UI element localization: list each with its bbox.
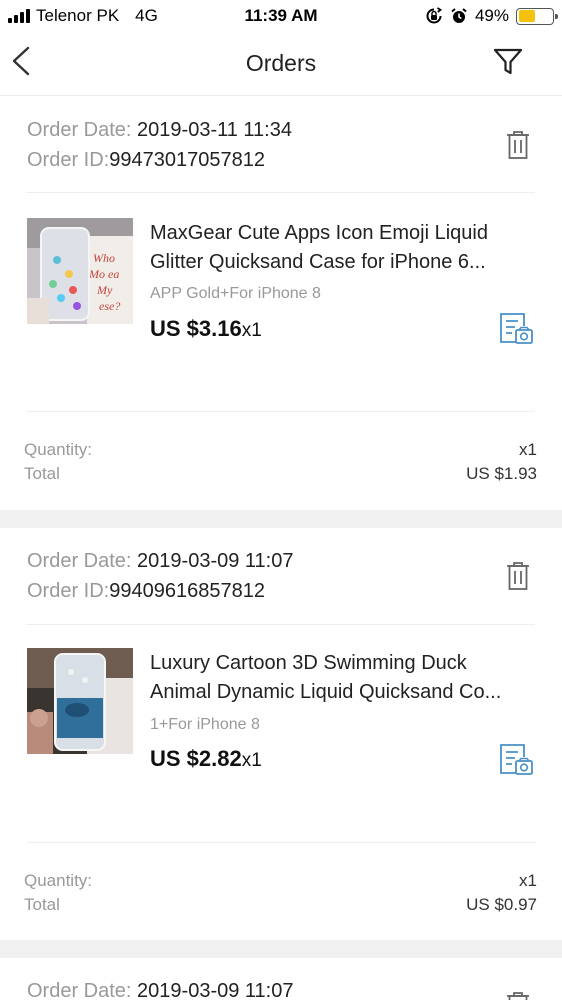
product-image[interactable]: [27, 648, 133, 754]
orders-screen: Telenor PK 4G 11:39 AM 49% Orders Order …: [0, 0, 562, 1000]
order-id-label: Order ID:: [27, 149, 110, 171]
page-title: Orders: [245, 50, 317, 76]
svg-text:Who: Who: [93, 251, 115, 265]
battery-percent: 49%: [474, 6, 509, 25]
product-price: US $3.16: [150, 316, 242, 341]
product-title-line-1[interactable]: MaxGear Cute Apps Icon Emoji Liquid: [150, 219, 540, 248]
product-qty: x1: [241, 750, 262, 771]
total-label: Total: [24, 895, 60, 914]
quantity-value: x1: [519, 440, 537, 459]
divider: [27, 624, 535, 625]
order-date-line: Order Date: 2019-03-09 11:07: [27, 980, 293, 1000]
nav-bar: Orders: [0, 32, 562, 96]
product-title-line-1[interactable]: Luxury Cartoon 3D Swimming Duck: [150, 649, 540, 678]
svg-text:Mo ea: Mo ea: [88, 267, 119, 281]
photo-review-icon[interactable]: [498, 742, 534, 776]
order-date-label: Order Date:: [27, 119, 132, 141]
order-card: Order Date: 2019-03-09 11:07: [0, 958, 562, 1000]
order-date-value: 2019-03-09 11:07: [131, 980, 294, 1000]
order-date-value: 2019-03-09 11:07: [131, 550, 294, 572]
order-id-value: 99409616857812: [109, 580, 265, 602]
photo-review-icon[interactable]: [498, 311, 534, 345]
battery-icon: [516, 7, 558, 25]
card-separator: [0, 510, 562, 528]
order-date-line: Order Date: 2019-03-11 11:34: [27, 119, 292, 142]
svg-text:My: My: [96, 283, 113, 297]
order-date-line: Order Date: 2019-03-09 11:07: [27, 550, 293, 573]
trash-icon[interactable]: [504, 560, 532, 592]
svg-text:ese?: ese?: [99, 299, 120, 313]
divider: [27, 842, 535, 843]
order-date-label: Order Date:: [27, 550, 132, 572]
battery-level: [518, 10, 535, 22]
product-price-line: US $2.82x1: [150, 746, 262, 772]
status-bar: Telenor PK 4G 11:39 AM 49%: [0, 0, 562, 32]
order-id-value: 99473017057812: [109, 149, 265, 171]
order-id-line: Order ID:99473017057812: [27, 149, 265, 172]
divider: [27, 411, 535, 412]
order-date-value: 2019-03-11 11:34: [131, 119, 292, 141]
divider: [27, 192, 535, 193]
total-label: Total: [24, 464, 60, 483]
product-image[interactable]: Who Mo ea My ese?: [27, 218, 133, 324]
product-title-line-2[interactable]: Glitter Quicksand Case for iPhone 6...: [150, 248, 540, 277]
total-value: US $1.93: [466, 464, 537, 483]
product-sku: 1+For iPhone 8: [150, 716, 260, 733]
product-title-line-2[interactable]: Animal Dynamic Liquid Quicksand Co...: [150, 678, 540, 707]
trash-icon[interactable]: [504, 129, 532, 161]
trash-icon[interactable]: [504, 990, 532, 1000]
product-qty: x1: [241, 320, 262, 341]
quantity-label: Quantity:: [24, 440, 93, 459]
order-date-label: Order Date:: [27, 980, 132, 1000]
order-card: Order Date: 2019-03-11 11:34 Order ID:99…: [0, 97, 562, 510]
product-sku: APP Gold+For iPhone 8: [150, 285, 321, 302]
status-right: 49%: [425, 6, 558, 26]
order-id-label: Order ID:: [27, 580, 110, 602]
order-card: Order Date: 2019-03-09 11:07 Order ID:99…: [0, 528, 562, 940]
card-separator: [0, 940, 562, 958]
alarm-icon: [451, 8, 467, 23]
product-price: US $2.82: [150, 746, 242, 771]
filter-icon[interactable]: [492, 46, 524, 78]
order-id-line: Order ID:99409616857812: [27, 580, 265, 603]
total-value: US $0.97: [466, 895, 537, 914]
rotation-lock-icon: [426, 7, 443, 24]
quantity-label: Quantity:: [24, 871, 93, 890]
quantity-value: x1: [519, 871, 537, 890]
product-price-line: US $3.16x1: [150, 316, 262, 342]
